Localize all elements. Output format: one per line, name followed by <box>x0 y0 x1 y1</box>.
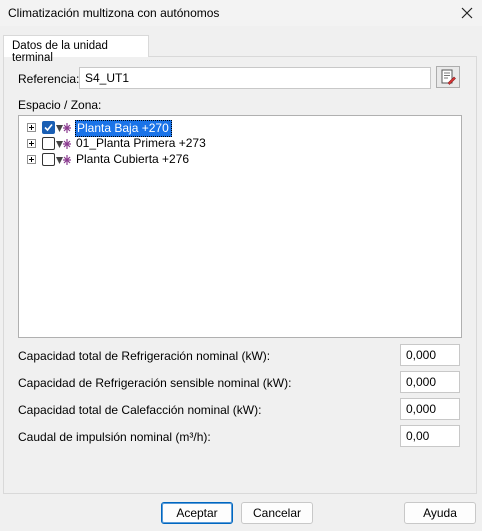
tree-item-label: 01_Planta Primera +273 <box>76 136 206 150</box>
checkmark-icon <box>44 123 53 132</box>
edit-referencia-button[interactable] <box>436 66 460 88</box>
window-title: Climatización multizona con autónomos <box>8 6 220 20</box>
tree-item-planta-baja[interactable]: Planta Baja +270 <box>19 120 459 137</box>
zone-tree[interactable]: Planta Baja +270 01_Planta Primera +273 … <box>18 115 462 338</box>
referencia-input[interactable]: S4_UT1 <box>79 67 431 89</box>
capacidad-refrigeracion-total-label: Capacidad total de Refrigeración nominal… <box>18 349 271 363</box>
zone-icon <box>55 122 75 134</box>
capacidad-refrigeracion-sensible-input[interactable]: 0,000 <box>400 371 460 393</box>
tree-item-label: Planta Baja +270 <box>75 120 172 137</box>
cancel-button[interactable]: Cancelar <box>241 502 313 524</box>
tree-item-planta-primera[interactable]: 01_Planta Primera +273 <box>19 136 459 152</box>
capacidad-calefaccion-total-label: Capacidad total de Calefacción nominal (… <box>18 403 262 417</box>
capacidad-refrigeracion-sensible-label: Capacidad de Refrigeración sensible nomi… <box>18 376 292 390</box>
capacidad-refrigeracion-total-input[interactable]: 0,000 <box>400 344 460 366</box>
title-bar: Climatización multizona con autónomos <box>0 0 482 26</box>
close-button[interactable] <box>452 0 482 26</box>
tree-item-label: Planta Cubierta +276 <box>76 152 190 166</box>
help-button[interactable]: Ayuda <box>404 502 476 524</box>
checkbox[interactable] <box>42 153 55 166</box>
espacio-zona-label: Espacio / Zona: <box>18 98 102 112</box>
expand-icon[interactable] <box>27 123 36 132</box>
zone-icon <box>55 138 75 150</box>
expand-icon[interactable] <box>27 139 36 148</box>
tree-item-planta-cubierta[interactable]: Planta Cubierta +276 <box>19 152 459 168</box>
checkbox[interactable] <box>42 121 55 134</box>
tab-datos-unidad-terminal[interactable]: Datos de la unidad terminal <box>3 35 149 64</box>
caudal-impulsion-label: Caudal de impulsión nominal (m³/h): <box>18 430 211 444</box>
edit-document-icon <box>441 69 456 85</box>
expand-icon[interactable] <box>27 155 36 164</box>
close-icon <box>461 7 473 19</box>
capacidad-calefaccion-total-input[interactable]: 0,000 <box>400 398 460 420</box>
checkbox[interactable] <box>42 137 55 150</box>
zone-icon <box>55 154 75 166</box>
accept-button[interactable]: Aceptar <box>161 502 233 524</box>
referencia-label: Referencia: <box>18 72 80 86</box>
caudal-impulsion-input[interactable]: 0,00 <box>400 425 460 447</box>
